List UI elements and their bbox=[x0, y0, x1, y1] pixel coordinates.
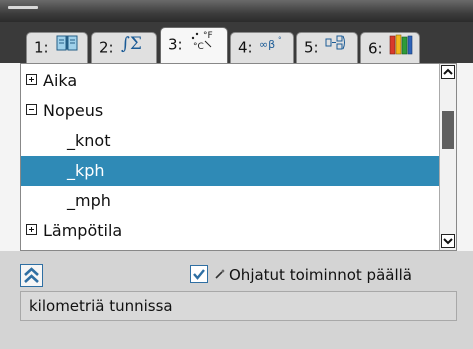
math-integral-sum-icon: ∫Σ bbox=[120, 33, 146, 63]
tree-item-label: _kph bbox=[67, 161, 105, 180]
expand-plus-icon[interactable] bbox=[26, 224, 37, 235]
units-conversion-icon: °F °C bbox=[189, 28, 217, 62]
chevron-up-icon bbox=[443, 68, 453, 75]
libraries-icon bbox=[389, 33, 413, 65]
guided-functions-checkbox[interactable] bbox=[190, 265, 208, 283]
title-bar bbox=[0, 0, 473, 22]
catalog-footer: Ohjatut toiminnot päällä kilometriä tunn… bbox=[0, 251, 473, 349]
collapse-all-button[interactable] bbox=[20, 264, 43, 287]
tree-unit-kph[interactable]: _kph bbox=[21, 156, 439, 186]
tree-item-label: _knot bbox=[67, 131, 111, 150]
magic-wand-icon bbox=[215, 269, 225, 279]
tab-templates[interactable]: 5: bbox=[296, 32, 358, 63]
catalog-book-icon bbox=[55, 33, 79, 63]
unit-tree-list: Aika Nopeus _knot _kph _mph Lämpötila bbox=[20, 63, 457, 251]
svg-text:°C: °C bbox=[193, 42, 204, 52]
svg-text:°F: °F bbox=[203, 31, 213, 41]
scroll-thumb[interactable] bbox=[442, 111, 454, 149]
tab-number: 2: bbox=[99, 38, 114, 57]
tab-catalog[interactable]: 1: bbox=[26, 32, 88, 63]
title-bar-indicator bbox=[8, 6, 38, 9]
svg-text:∞β: ∞β bbox=[259, 38, 275, 51]
checkmark-icon bbox=[193, 269, 205, 280]
svg-text:°: ° bbox=[278, 36, 282, 44]
tree-unit-mph[interactable]: _mph bbox=[21, 186, 439, 216]
tab-libraries[interactable]: 6: bbox=[360, 32, 420, 63]
guided-functions-label: Ohjatut toiminnot päällä bbox=[229, 266, 412, 284]
expand-plus-icon[interactable] bbox=[26, 74, 37, 85]
tree-category-nopeus[interactable]: Nopeus bbox=[21, 96, 439, 126]
tree-item-label: _mph bbox=[67, 191, 111, 210]
collapse-minus-icon[interactable] bbox=[26, 104, 37, 115]
tab-math-templates[interactable]: 2: ∫Σ bbox=[91, 32, 157, 63]
catalog-tab-strip: 1: 2: ∫Σ 3: °F °C 4: ∞β ° 5: 6: bbox=[0, 22, 473, 64]
vertical-scrollbar[interactable] bbox=[439, 64, 456, 250]
tab-number: 4: bbox=[238, 38, 253, 57]
tab-symbols[interactable]: 4: ∞β ° bbox=[230, 32, 294, 63]
tab-number: 1: bbox=[34, 38, 49, 57]
svg-text:∫Σ: ∫Σ bbox=[121, 34, 142, 53]
tab-units[interactable]: 3: °F °C bbox=[160, 27, 228, 64]
catalog-window: 1: 2: ∫Σ 3: °F °C 4: ∞β ° 5: 6: Aika Nop… bbox=[0, 0, 473, 349]
templates-icon bbox=[325, 33, 351, 63]
tree-item-label: Aika bbox=[43, 71, 78, 90]
scroll-down-button[interactable] bbox=[441, 234, 455, 248]
tab-number: 5: bbox=[304, 38, 319, 57]
double-chevron-up-icon bbox=[24, 267, 39, 283]
unit-description-text: kilometriä tunnissa bbox=[29, 297, 173, 315]
chevron-down-icon bbox=[443, 238, 453, 245]
tree-unit-knot[interactable]: _knot bbox=[21, 126, 439, 156]
symbols-infinity-beta-icon: ∞β ° bbox=[259, 33, 285, 63]
tree-category-lampotila[interactable]: Lämpötila bbox=[21, 216, 439, 246]
tree-item-label: Nopeus bbox=[43, 101, 104, 120]
tab-number: 3: bbox=[168, 35, 183, 54]
tree-item-label: Lämpötila bbox=[43, 221, 123, 240]
scroll-up-button[interactable] bbox=[441, 65, 455, 79]
tab-number: 6: bbox=[368, 39, 383, 58]
unit-description-box: kilometriä tunnissa bbox=[20, 291, 457, 321]
tree-category-aika[interactable]: Aika bbox=[21, 66, 439, 96]
